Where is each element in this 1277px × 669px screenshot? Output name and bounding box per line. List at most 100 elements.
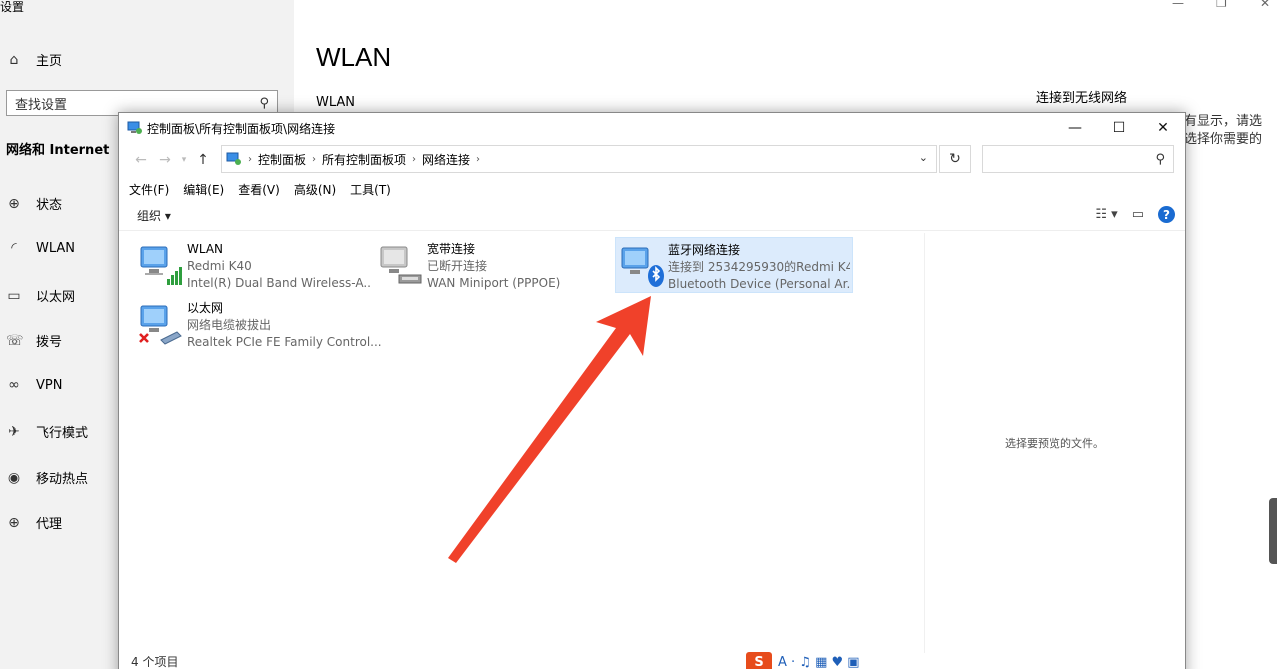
- help-icon[interactable]: ?: [1158, 206, 1175, 223]
- nav-label: 飞行模式: [36, 426, 89, 441]
- bluetooth-network-icon: [621, 247, 664, 287]
- preview-pane-icon[interactable]: ▭: [1132, 207, 1144, 222]
- menu-tools[interactable]: 工具(T): [350, 181, 391, 198]
- nav-item-wlan[interactable]: ◜ WLAN: [6, 240, 75, 256]
- explorer-search-input[interactable]: ⚲: [982, 145, 1174, 173]
- vpn-icon: ∞: [8, 377, 20, 393]
- maximize-button[interactable]: ☐: [1097, 113, 1141, 143]
- nav-label: 拨号: [36, 335, 63, 350]
- chevron-right-icon[interactable]: ›: [312, 154, 316, 165]
- wifi-icon: ◜: [11, 240, 17, 256]
- command-bar: 组织 ▾ ☷ ▾ ▭ ?: [119, 201, 1185, 231]
- forward-arrow-icon[interactable]: →: [153, 152, 177, 168]
- phone-icon: ☏: [6, 332, 24, 349]
- globe-icon: ⊕: [8, 514, 20, 531]
- minimize-icon[interactable]: —: [1172, 0, 1184, 10]
- list-item-bluetooth[interactable]: 蓝牙网络连接 连接到 2534295930的Redmi K40 Bluetoot…: [615, 237, 853, 293]
- item-device: Intel(R) Dual Band Wireless-A...: [187, 276, 371, 290]
- wlan-subheading: WLAN: [316, 95, 356, 110]
- control-panel-icon: [127, 121, 142, 134]
- breadcrumb-item[interactable]: 网络连接: [422, 151, 470, 168]
- item-device: WAN Miniport (PPPOE): [427, 276, 561, 290]
- item-status: Redmi K40: [187, 259, 252, 273]
- window-titlebar[interactable]: 控制面板\所有控制面板项\网络连接 — ☐ ✕: [119, 113, 1185, 143]
- nav-label: 状态: [36, 198, 63, 213]
- close-button[interactable]: ✕: [1141, 113, 1185, 143]
- item-name: 以太网: [187, 301, 224, 315]
- scrollbar[interactable]: [1269, 498, 1277, 564]
- organize-button[interactable]: 组织 ▾: [137, 207, 171, 224]
- broadband-connection-icon: [380, 246, 422, 284]
- nav-item-dialup[interactable]: ☏ 拨号: [6, 331, 63, 351]
- nav-item-proxy[interactable]: ⊕ 代理: [6, 513, 63, 533]
- refresh-icon: ↻: [949, 151, 961, 167]
- connections-list: WLAN Redmi K40 Intel(R) Dual Band Wirele…: [119, 233, 923, 653]
- section-heading: 网络和 Internet: [6, 143, 110, 158]
- back-arrow-icon[interactable]: ←: [129, 152, 153, 168]
- menu-advanced[interactable]: 高级(N): [294, 181, 336, 198]
- ime-toolbar[interactable]: S A · ♫ ▦ ♥ ▣: [746, 652, 860, 669]
- item-device: Bluetooth Device (Personal Ar...: [668, 277, 850, 291]
- address-row: ← → ▾ ↑ › 控制面板 › 所有控制面板项 › 网络连接 › ⌄ ↻ ⚲: [119, 143, 1185, 177]
- home-label: 主页: [36, 54, 63, 69]
- list-item-broadband[interactable]: 宽带连接 已断开连接 WAN Miniport (PPPOE): [375, 237, 613, 293]
- list-item-wlan[interactable]: WLAN Redmi K40 Intel(R) Dual Band Wirele…: [135, 237, 373, 293]
- item-name: 宽带连接: [427, 242, 476, 256]
- nav-label: WLAN: [36, 240, 76, 256]
- restore-icon[interactable]: ❐: [1216, 0, 1227, 10]
- control-panel-icon: [226, 152, 241, 165]
- preview-text: 选择要预览的文件。: [1005, 437, 1104, 450]
- globe-icon: ⊕: [8, 195, 20, 212]
- close-icon[interactable]: ✕: [1260, 0, 1270, 10]
- menu-view[interactable]: 查看(V): [238, 181, 280, 198]
- hotspot-icon: ◉: [7, 469, 21, 486]
- chevron-right-icon[interactable]: ›: [412, 154, 416, 165]
- search-icon: ⚲: [259, 95, 269, 111]
- minimize-icon: —: [1068, 120, 1082, 136]
- right-text-line: 有显示，请选: [1184, 114, 1263, 129]
- sogou-icon: S: [746, 652, 772, 669]
- nav-label: 移动热点: [36, 472, 89, 487]
- status-bar: 4 个项目: [131, 655, 179, 669]
- chevron-right-icon[interactable]: ›: [248, 154, 252, 165]
- view-options-icon[interactable]: ☷ ▾: [1095, 207, 1117, 222]
- item-status: 网络电缆被拔出: [187, 318, 272, 332]
- ime-tool-icons: A · ♫ ▦ ♥ ▣: [778, 654, 860, 669]
- minimize-button[interactable]: —: [1053, 113, 1097, 143]
- nav-label: 以太网: [36, 290, 76, 305]
- page-title: WLAN: [316, 42, 392, 72]
- menu-file[interactable]: 文件(F): [129, 181, 169, 198]
- connect-wireless-heading: 连接到无线网络: [1036, 91, 1128, 106]
- monitor-icon: ▭: [7, 287, 21, 304]
- home-nav-item[interactable]: ⌂ 主页: [6, 50, 63, 70]
- nav-label: 代理: [36, 517, 63, 532]
- breadcrumb-item[interactable]: 所有控制面板项: [322, 151, 406, 168]
- address-bar[interactable]: › 控制面板 › 所有控制面板项 › 网络连接 › ⌄: [221, 145, 937, 173]
- breadcrumb-item[interactable]: 控制面板: [258, 151, 306, 168]
- preview-pane: 选择要预览的文件。: [924, 233, 1186, 653]
- settings-right-text: 有显示，请选 选择你需要的: [1184, 113, 1262, 149]
- recent-dropdown-icon[interactable]: ▾: [177, 155, 191, 165]
- up-arrow-icon[interactable]: ↑: [191, 152, 215, 168]
- airplane-icon: ✈: [8, 423, 20, 440]
- nav-item-airplane[interactable]: ✈ 飞行模式: [6, 422, 89, 442]
- wireless-network-icon: [140, 246, 182, 285]
- nav-item-hotspot[interactable]: ◉ 移动热点: [6, 468, 89, 488]
- nav-label: VPN: [36, 377, 63, 393]
- menu-edit[interactable]: 编辑(E): [183, 181, 224, 198]
- close-icon: ✕: [1157, 120, 1169, 136]
- refresh-button[interactable]: ↻: [939, 145, 971, 173]
- settings-title: 设置: [0, 0, 25, 14]
- menu-bar: 文件(F) 编辑(E) 查看(V) 高级(N) 工具(T): [119, 177, 1185, 201]
- search-placeholder: 查找设置: [15, 97, 68, 113]
- chevron-right-icon[interactable]: ›: [476, 154, 480, 165]
- list-item-ethernet[interactable]: 以太网 网络电缆被拔出 Realtek PCIe FE Family Contr…: [135, 296, 385, 352]
- maximize-icon: ☐: [1112, 120, 1126, 136]
- search-icon: ⚲: [1155, 151, 1165, 167]
- item-name: 蓝牙网络连接: [668, 243, 741, 257]
- home-icon: ⌂: [9, 51, 19, 68]
- nav-item-vpn[interactable]: ∞ VPN: [6, 377, 62, 393]
- nav-item-ethernet[interactable]: ▭ 以太网: [6, 286, 76, 306]
- nav-item-status[interactable]: ⊕ 状态: [6, 194, 63, 214]
- chevron-down-icon[interactable]: ⌄: [919, 151, 928, 164]
